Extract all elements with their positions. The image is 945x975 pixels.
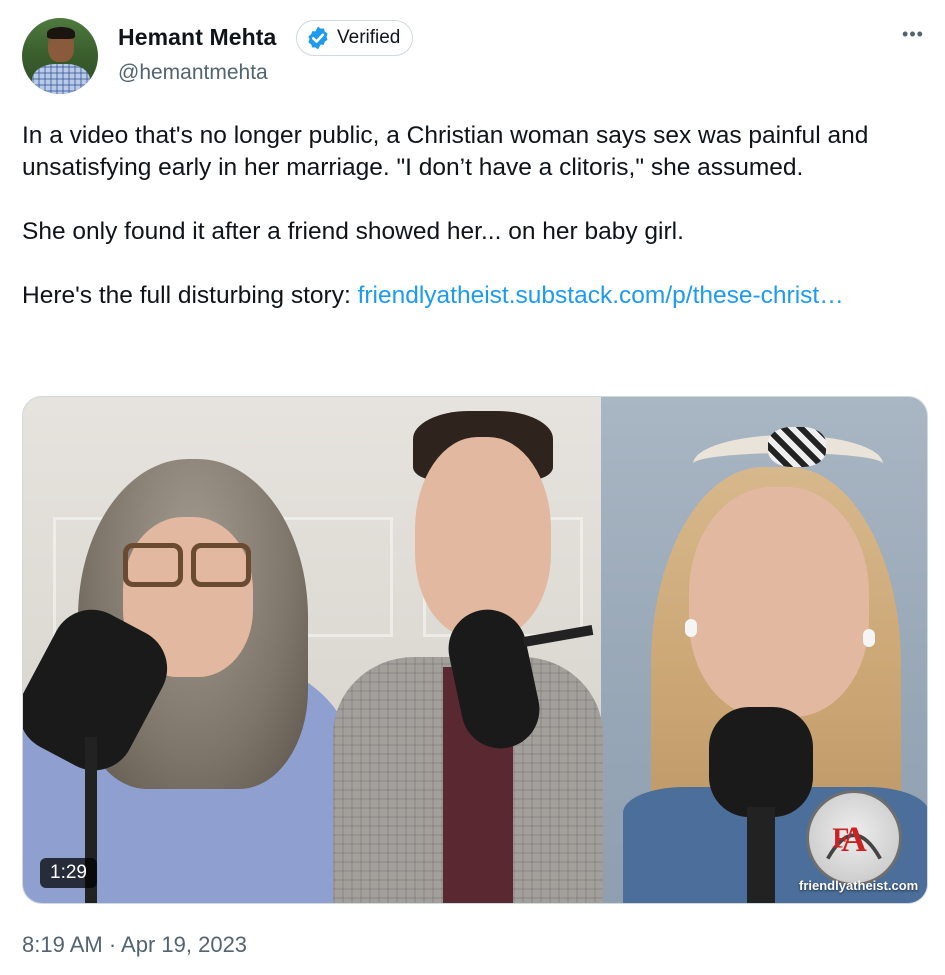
tweet-timestamp[interactable]: 8:19 AM · Apr 19, 2023 [22, 932, 247, 958]
verified-label: Verified [337, 27, 401, 48]
article-link[interactable]: friendlyatheist.substack.com/p/these-chr… [358, 282, 844, 309]
person-right-face [689, 487, 869, 717]
microphone-right [709, 707, 813, 817]
tweet: Hemant Mehta Verified @hemantmehta ••• I… [0, 0, 945, 975]
fa-logo-mark: A F [826, 819, 882, 860]
tweet-paragraph-1: In a video that's no longer public, a Ch… [22, 122, 869, 181]
mic-stand-right [747, 807, 775, 903]
tweet-text: In a video that's no longer public, a Ch… [22, 120, 922, 312]
verified-badge-icon [308, 26, 328, 50]
link-prefix: Here's the full disturbing story: [22, 282, 358, 309]
svg-text:F: F [832, 823, 849, 854]
author-name[interactable]: Hemant Mehta [118, 24, 276, 51]
fa-logo-icon: A F [806, 790, 902, 886]
more-options-icon[interactable]: ••• [898, 24, 928, 44]
glasses-left-lens [123, 543, 183, 587]
tweet-paragraph-2: She only found it after a friend showed … [22, 218, 684, 245]
person-middle-face [415, 437, 551, 637]
video-duration-badge: 1:29 [40, 858, 97, 888]
avatar-shirt [32, 64, 90, 94]
glasses-right-lens [191, 543, 251, 587]
earbud-left [685, 619, 697, 637]
tweet-paragraph-3: Here's the full disturbing story: friend… [22, 280, 922, 312]
video-thumbnail[interactable] [22, 396, 928, 904]
verified-badge[interactable]: Verified [296, 20, 414, 56]
author-handle[interactable]: @hemantmehta [118, 61, 268, 85]
avatar-hair [47, 27, 75, 39]
earbud-right [863, 629, 875, 647]
author-avatar[interactable] [22, 18, 98, 94]
watermark-text: friendlyatheist.com [799, 878, 919, 893]
headband-knot [768, 427, 826, 467]
